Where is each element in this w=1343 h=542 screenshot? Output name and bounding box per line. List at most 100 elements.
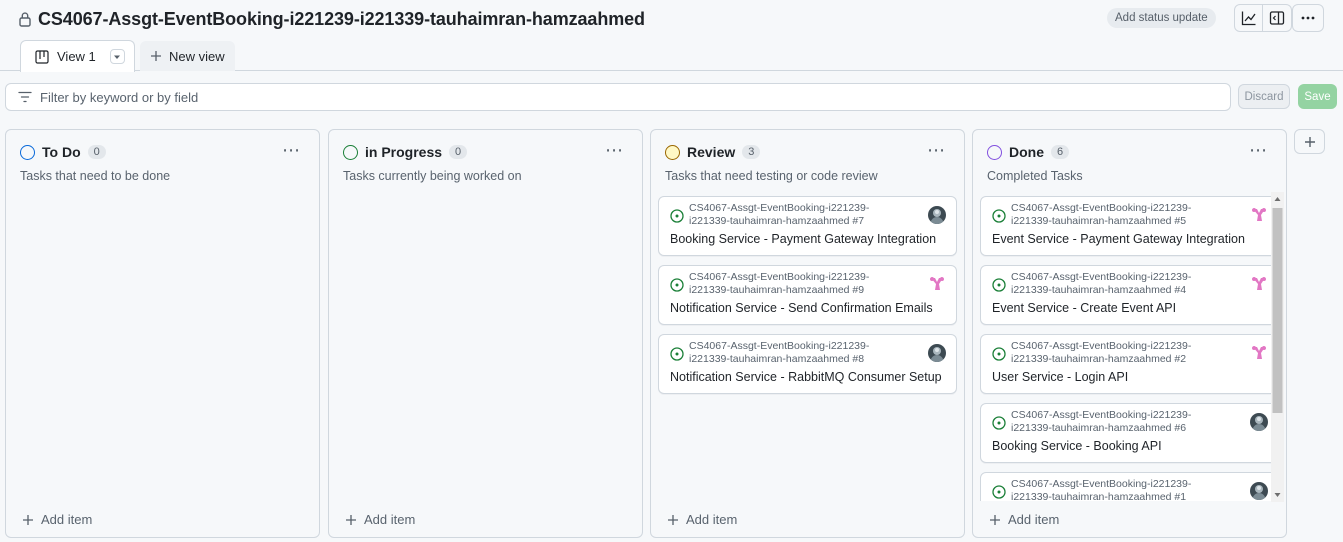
status-circle-icon [343,144,358,160]
card-repo-line: CS4067-Assgt-EventBooking-i221239- [1011,271,1192,283]
triangle-down-icon [114,55,121,59]
column-count: 0 [449,145,468,159]
card-title[interactable]: Booking Service - Booking API [992,439,1162,453]
card-title[interactable]: User Service - Login API [992,370,1128,384]
column-description: Tasks that need testing or code review [665,169,878,183]
column-header: Done 6 [987,144,1070,160]
card-title[interactable]: Event Service - Create Event API [992,301,1176,315]
column-header: in Progress 0 [343,144,468,160]
sidebar-expand-icon [1269,11,1285,25]
card-repo-link[interactable]: CS4067-Assgt-EventBooking-i221239- i2213… [689,271,909,297]
side-panel-button[interactable] [1263,4,1292,32]
view-options-button[interactable] [109,49,125,64]
column-description: Tasks that need to be done [20,169,171,183]
column-title: in Progress [365,144,443,160]
add-item-button[interactable]: Add item [989,512,1059,527]
assignee-avatar[interactable] [1250,413,1268,431]
issue-opened-icon [992,278,1006,292]
discard-button[interactable]: Discard [1238,84,1290,109]
status-circle-icon [665,144,680,160]
project-title[interactable]: CS4067-Assgt-EventBooking-i221239-i22133… [38,9,645,30]
add-column-button[interactable] [1294,129,1325,154]
card-repo-line: CS4067-Assgt-EventBooking-i221239- [1011,409,1192,421]
tab-view-1[interactable]: View 1 [20,40,135,72]
column-menu-icon[interactable]: ⋯ [927,140,946,161]
insights-button[interactable] [1234,4,1263,32]
filter-placeholder: Filter by keyword or by field [40,89,199,105]
plus-icon [346,514,356,525]
plus-icon [990,514,1000,525]
card-repo-link[interactable]: CS4067-Assgt-EventBooking-i221239- i2213… [689,340,909,366]
new-view-label: New view [169,48,225,64]
column-header: To Do 0 [20,144,106,160]
project-more-button[interactable] [1292,4,1324,32]
issue-card[interactable]: CS4067-Assgt-EventBooking-i221239- i2213… [658,196,957,256]
assignee-avatar[interactable] [1250,344,1268,362]
add-item-label: Add item [41,512,93,527]
card-repo-line: CS4067-Assgt-EventBooking-i221239- [689,340,870,352]
issue-card[interactable]: CS4067-Assgt-EventBooking-i221239- i2213… [980,472,1279,501]
column-count: 3 [742,145,761,159]
card-title[interactable]: Event Service - Payment Gateway Integrat… [992,232,1245,246]
card-repo-link[interactable]: CS4067-Assgt-EventBooking-i221239- i2213… [1011,409,1231,435]
graph-icon [1241,11,1256,26]
assignee-avatar[interactable] [1250,275,1268,293]
column-title: To Do [42,144,81,160]
scrollbar[interactable] [1271,192,1284,502]
header-icon-group [1234,4,1292,32]
issue-card[interactable]: CS4067-Assgt-EventBooking-i221239- i2213… [980,334,1279,394]
add-item-label: Add item [686,512,738,527]
plus-icon [1304,136,1315,147]
assignee-avatar[interactable] [928,206,946,224]
add-status-update-button[interactable]: Add status update [1107,8,1216,28]
card-repo-line: i221339-tauhaimran-hamzaahmed #5 [1011,215,1187,227]
card-repo-line: i221339-tauhaimran-hamzaahmed #8 [689,353,865,365]
card-repo-line: CS4067-Assgt-EventBooking-i221239- [689,202,870,214]
tab-view-label: View 1 [57,49,96,64]
issue-card[interactable]: CS4067-Assgt-EventBooking-i221239- i2213… [658,265,957,325]
new-view-button[interactable]: New view [140,41,235,71]
card-repo-line: CS4067-Assgt-EventBooking-i221239- [1011,340,1192,352]
card-title[interactable]: Notification Service - RabbitMQ Consumer… [670,370,942,384]
project-title-row: CS4067-Assgt-EventBooking-i221239-i22133… [18,7,645,31]
assignee-avatar[interactable] [1250,482,1268,500]
add-item-button[interactable]: Add item [667,512,737,527]
plus-icon [668,514,678,525]
card-repo-line: CS4067-Assgt-EventBooking-i221239- [1011,478,1192,490]
issue-opened-icon [670,347,684,361]
column-menu-icon[interactable]: ⋯ [605,140,624,161]
issue-card[interactable]: CS4067-Assgt-EventBooking-i221239- i2213… [980,196,1279,256]
card-repo-line: i221339-tauhaimran-hamzaahmed #6 [1011,422,1187,434]
card-title[interactable]: Booking Service - Payment Gateway Integr… [670,232,936,246]
card-repo-line: i221339-tauhaimran-hamzaahmed #2 [1011,353,1187,365]
assignee-avatar[interactable] [928,275,946,293]
column-title: Review [687,144,736,160]
filter-input[interactable]: Filter by keyword or by field [5,83,1231,111]
column-menu-icon[interactable]: ⋯ [1249,140,1268,161]
assignee-avatar[interactable] [928,344,946,362]
issue-card[interactable]: CS4067-Assgt-EventBooking-i221239- i2213… [980,265,1279,325]
assignee-avatar[interactable] [1250,206,1268,224]
issue-opened-icon [992,416,1006,430]
column-count: 0 [87,145,106,159]
card-repo-line: i221339-tauhaimran-hamzaahmed #4 [1011,284,1187,296]
card-repo-link[interactable]: CS4067-Assgt-EventBooking-i221239- i2213… [1011,271,1231,297]
column-menu-icon[interactable]: ⋯ [282,140,301,161]
add-item-button[interactable]: Add item [22,512,92,527]
issue-card[interactable]: CS4067-Assgt-EventBooking-i221239- i2213… [980,403,1279,463]
column-title: Done [1009,144,1044,160]
issue-card[interactable]: CS4067-Assgt-EventBooking-i221239- i2213… [658,334,957,394]
add-item-button[interactable]: Add item [345,512,415,527]
status-circle-icon [987,144,1002,160]
column-header: Review 3 [665,144,761,160]
column-done: Done 6 ⋯ Completed Tasks CS4067-Assgt-Ev… [972,129,1287,538]
card-list: CS4067-Assgt-EventBooking-i221239- i2213… [658,196,958,403]
card-scroll-area[interactable]: CS4067-Assgt-EventBooking-i221239- i2213… [980,196,1280,501]
card-repo-link[interactable]: CS4067-Assgt-EventBooking-i221239- i2213… [1011,202,1231,228]
card-repo-link[interactable]: CS4067-Assgt-EventBooking-i221239- i2213… [1011,340,1231,366]
card-repo-link[interactable]: CS4067-Assgt-EventBooking-i221239- i2213… [1011,478,1231,501]
card-repo-link[interactable]: CS4067-Assgt-EventBooking-i221239- i2213… [689,202,909,228]
filter-icon [18,91,32,103]
save-button[interactable]: Save [1298,84,1337,109]
card-title[interactable]: Notification Service - Send Confirmation… [670,301,933,315]
